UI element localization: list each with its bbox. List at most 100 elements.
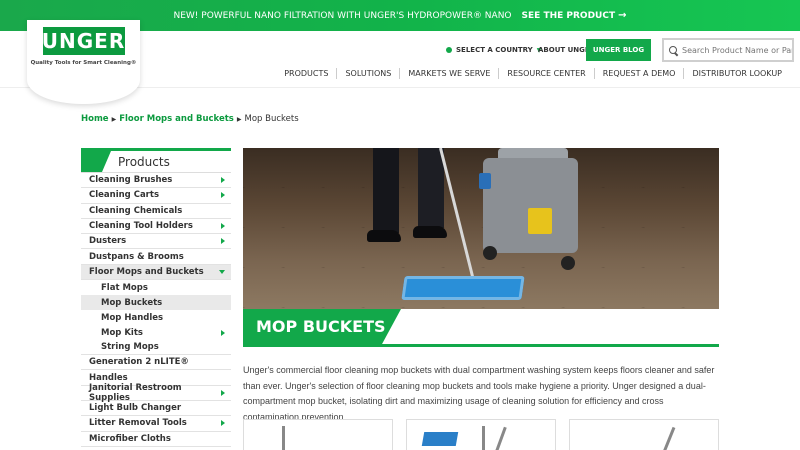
hero-mop-bucket bbox=[483, 158, 578, 253]
chevron-right-icon[interactable] bbox=[221, 329, 225, 336]
product-card[interactable] bbox=[569, 419, 719, 450]
unger-blog-button[interactable]: UNGER BLOG bbox=[586, 39, 651, 61]
sidebar-item-label: Dustpans & Brooms bbox=[89, 251, 184, 262]
hero-bucket-handle bbox=[479, 173, 491, 189]
nav-products[interactable]: PRODUCTS bbox=[276, 68, 336, 79]
utility-nav: SELECT A COUNTRY ▼ ABOUT UNGER bbox=[446, 39, 595, 61]
logo[interactable]: UNGER Quality Tools for Smart Cleaning® bbox=[27, 20, 140, 104]
sidebar-item-cleaning-tool-holders[interactable]: Cleaning Tool Holders bbox=[81, 219, 231, 235]
sidebar-item-label: Cleaning Chemicals bbox=[89, 205, 183, 216]
chevron-right-icon[interactable] bbox=[221, 223, 225, 230]
hero-shoe bbox=[367, 230, 401, 242]
breadcrumb-parent[interactable]: Floor Mops and Buckets bbox=[119, 114, 234, 124]
breadcrumb-separator-icon: ▶ bbox=[111, 115, 117, 123]
sidebar-item-label: Dusters bbox=[89, 236, 127, 247]
nav-markets[interactable]: MARKETS WE SERVE bbox=[399, 68, 498, 79]
nav-request-demo[interactable]: REQUEST A DEMO bbox=[593, 68, 684, 79]
sidebar-item-floor-mops-buckets[interactable]: Floor Mops and Buckets bbox=[81, 264, 231, 281]
page-title: MOP BUCKETS bbox=[256, 317, 386, 336]
product-card[interactable] bbox=[243, 419, 393, 450]
sidebar-subitem-label: String Mops bbox=[101, 342, 159, 353]
search-input[interactable] bbox=[682, 45, 792, 55]
logo-tagline: Quality Tools for Smart Cleaning® bbox=[30, 60, 137, 66]
sidebar-item-light-bulb-changer[interactable]: Light Bulb Changer bbox=[81, 401, 231, 417]
nav-resource-center[interactable]: RESOURCE CENTER bbox=[498, 68, 593, 79]
product-image bbox=[482, 426, 485, 450]
sidebar-item-label: Janitorial Restroom Supplies bbox=[89, 382, 182, 403]
breadcrumb-separator-icon: ▶ bbox=[236, 115, 242, 123]
sidebar-header: Products bbox=[81, 148, 231, 172]
sidebar-item-label: Litter Removal Tools bbox=[89, 418, 187, 429]
sidebar-item-litter-removal[interactable]: Litter Removal Tools bbox=[81, 416, 231, 432]
globe-icon bbox=[446, 47, 452, 53]
sidebar-title: Products bbox=[118, 154, 170, 169]
product-image bbox=[657, 426, 676, 450]
nav-solutions[interactable]: SOLUTIONS bbox=[336, 68, 399, 79]
chevron-down-icon[interactable] bbox=[219, 269, 225, 274]
nav-distributor-lookup[interactable]: DISTRIBUTOR LOOKUP bbox=[683, 68, 790, 79]
main-nav: PRODUCTS SOLUTIONS MARKETS WE SERVE RESO… bbox=[276, 68, 790, 79]
sidebar-item-cleaning-brushes[interactable]: Cleaning Brushes bbox=[81, 173, 231, 189]
page-title-accent: MOP BUCKETS bbox=[243, 309, 401, 344]
hero-wheel bbox=[483, 246, 497, 260]
sidebar-item-label: Microfiber Cloths bbox=[89, 433, 171, 444]
product-image bbox=[421, 432, 459, 446]
sidebar-item-label: Cleaning Carts bbox=[89, 190, 160, 201]
sidebar-item-dustpans-brooms[interactable]: Dustpans & Brooms bbox=[81, 249, 231, 265]
sidebar-subitem-mop-kits[interactable]: Mop Kits bbox=[81, 325, 231, 340]
hero-shoe bbox=[413, 226, 447, 238]
product-sidebar: Products Cleaning Brushes Cleaning Carts… bbox=[81, 148, 231, 447]
product-card[interactable] bbox=[406, 419, 556, 450]
sidebar-item-label: Floor Mops and Buckets bbox=[89, 266, 204, 277]
sidebar-subitem-label: Mop Handles bbox=[101, 312, 164, 323]
search-icon[interactable] bbox=[669, 45, 678, 55]
breadcrumb-home[interactable]: Home bbox=[81, 114, 109, 124]
sidebar-subitem-label: Mop Kits bbox=[101, 327, 143, 338]
hero-flat-mop bbox=[401, 276, 525, 300]
sidebar-item-label: Handles bbox=[89, 372, 128, 383]
logo-wordmark: UNGER bbox=[41, 27, 126, 55]
product-grid bbox=[243, 419, 719, 450]
breadcrumb: Home ▶ Floor Mops and Buckets ▶ Mop Buck… bbox=[81, 114, 299, 124]
sidebar-subitem-mop-buckets[interactable]: Mop Buckets bbox=[81, 295, 231, 311]
sidebar-item-generation-2-nlite[interactable]: Generation 2 nLITE® bbox=[81, 355, 231, 371]
page-title-banner: MOP BUCKETS bbox=[243, 309, 719, 347]
sidebar-subitem-mop-handles[interactable]: Mop Handles bbox=[81, 310, 231, 325]
chevron-right-icon[interactable] bbox=[221, 238, 225, 245]
sidebar-item-janitorial-restroom[interactable]: Janitorial Restroom Supplies bbox=[81, 382, 231, 403]
sidebar-item-cleaning-chemicals[interactable]: Cleaning Chemicals bbox=[81, 204, 231, 219]
arrow-right-icon: → bbox=[618, 10, 627, 21]
sidebar-list: Cleaning Brushes Cleaning Carts Cleaning… bbox=[81, 172, 231, 447]
sidebar-item-label: Generation 2 nLITE® bbox=[89, 357, 189, 368]
hero-leg bbox=[373, 148, 399, 233]
breadcrumb-current: Mop Buckets bbox=[244, 114, 299, 124]
hero-image bbox=[243, 148, 719, 309]
sidebar-subitem-label: Mop Buckets bbox=[101, 297, 163, 308]
country-label: SELECT A COUNTRY bbox=[456, 46, 533, 54]
sidebar-item-microfiber-cloths[interactable]: Microfiber Cloths bbox=[81, 432, 231, 447]
hero-wheel bbox=[561, 256, 575, 270]
hero-wet-floor-sign bbox=[528, 208, 552, 234]
product-image bbox=[490, 426, 507, 450]
hero-leg bbox=[418, 148, 444, 228]
promo-text: NEW! POWERFUL NANO FILTRATION WITH UNGER… bbox=[173, 10, 512, 21]
page-description: Unger's commercial floor cleaning mop bu… bbox=[243, 365, 715, 422]
country-selector[interactable]: SELECT A COUNTRY ▼ bbox=[446, 46, 541, 54]
chevron-right-icon[interactable] bbox=[221, 420, 225, 427]
chevron-right-icon[interactable] bbox=[221, 389, 225, 396]
sidebar-item-label: Cleaning Brushes bbox=[89, 175, 173, 186]
sidebar-item-cleaning-carts[interactable]: Cleaning Carts bbox=[81, 188, 231, 204]
search-box bbox=[662, 38, 794, 62]
sidebar-subitem-flat-mops[interactable]: Flat Mops bbox=[81, 280, 231, 295]
see-product-link[interactable]: SEE THE PRODUCT → bbox=[522, 10, 627, 21]
sidebar-subitem-string-mops[interactable]: String Mops bbox=[81, 340, 231, 356]
sidebar-item-dusters[interactable]: Dusters bbox=[81, 234, 231, 250]
sidebar-item-label: Light Bulb Changer bbox=[89, 403, 182, 414]
product-image bbox=[282, 426, 285, 450]
see-product-label: SEE THE PRODUCT bbox=[521, 10, 616, 21]
chevron-right-icon[interactable] bbox=[221, 177, 225, 184]
sidebar-accent bbox=[81, 151, 111, 172]
sidebar-item-label: Cleaning Tool Holders bbox=[89, 221, 193, 232]
chevron-right-icon[interactable] bbox=[221, 192, 225, 199]
sidebar-subitem-label: Flat Mops bbox=[101, 282, 148, 293]
